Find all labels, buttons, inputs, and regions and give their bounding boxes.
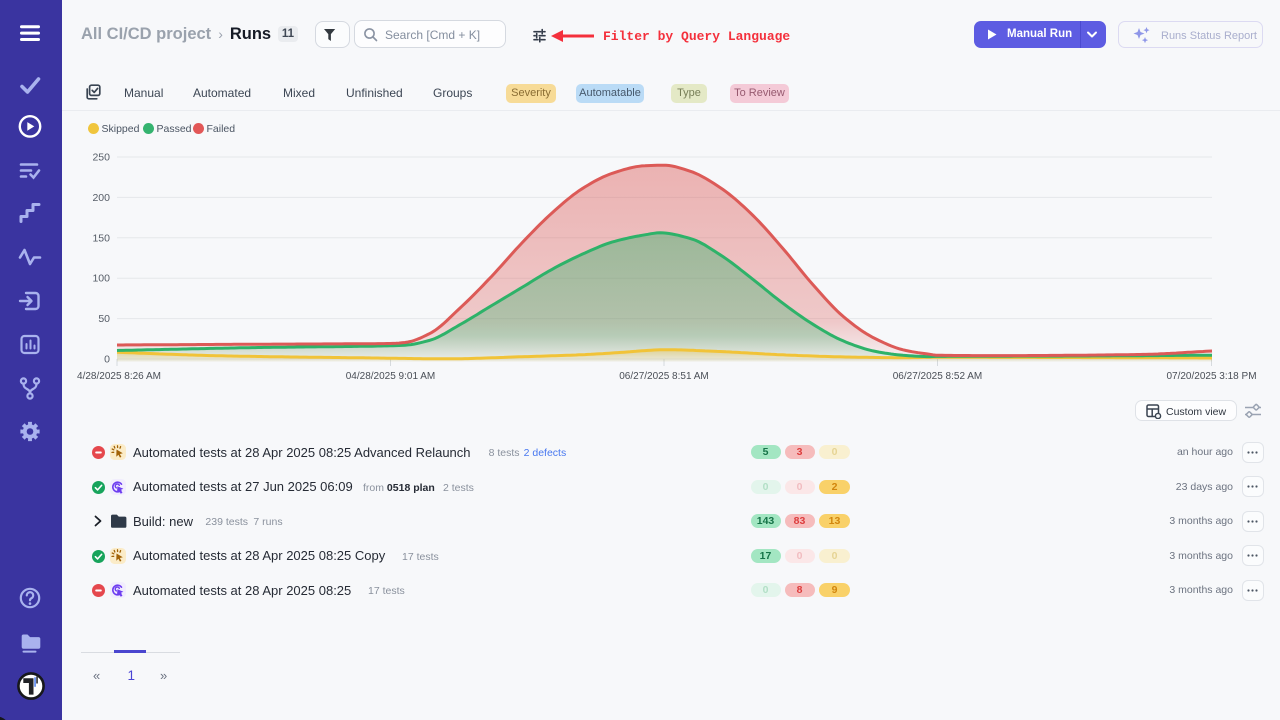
svg-text:50: 50: [98, 313, 110, 325]
svg-text:250: 250: [92, 152, 110, 164]
svg-text:4/28/2025 8:26 AM: 4/28/2025 8:26 AM: [77, 371, 161, 382]
svg-text:200: 200: [92, 192, 110, 204]
svg-text:0: 0: [104, 354, 110, 366]
svg-text:04/28/2025 9:01 AM: 04/28/2025 9:01 AM: [346, 371, 436, 382]
svg-text:07/20/2025 3:18 PM: 07/20/2025 3:18 PM: [1166, 371, 1256, 382]
svg-text:150: 150: [92, 232, 110, 244]
svg-text:100: 100: [92, 273, 110, 285]
svg-text:06/27/2025 8:51 AM: 06/27/2025 8:51 AM: [619, 371, 709, 382]
svg-text:06/27/2025 8:52 AM: 06/27/2025 8:52 AM: [893, 371, 983, 382]
